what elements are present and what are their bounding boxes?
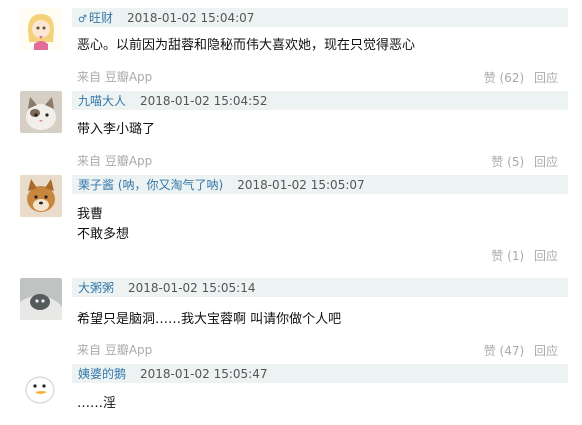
comment-actions: 赞 (5) 回应 — [485, 153, 558, 170]
comment-text: 恶心。以前因为甜蓉和隐秘而伟大喜欢她，现在只觉得恶心 — [77, 38, 416, 53]
comment-header: ♂ 旺财 2018-01-02 15:04:07 — [72, 8, 568, 27]
avatar-cat-image — [20, 91, 62, 133]
avatar-blanket-cat-image — [20, 278, 62, 320]
avatar-anime-girl-image — [20, 8, 62, 50]
comment-source: 来自 豆瓣App — [77, 343, 153, 357]
username-link[interactable]: 姨婆的鹅 — [72, 365, 126, 382]
avatar[interactable] — [20, 364, 62, 406]
like-button[interactable]: 赞 (5) — [491, 155, 524, 169]
comment-text: ……淫 — [77, 396, 117, 411]
comment-header: 栗子酱 (呐，你又淘气了呐) 2018-01-02 15:05:07 — [72, 175, 568, 194]
comment-list: ♂ 旺财 2018-01-02 15:04:07 恶心。以前因为甜蓉和隐秘而伟大喜… — [0, 0, 582, 425]
avatar[interactable] — [20, 278, 62, 320]
comment-text: 带入李小璐了 — [77, 122, 156, 137]
avatar-goose-image — [20, 364, 62, 406]
reply-button[interactable]: 回应 — [534, 155, 558, 169]
username-link[interactable]: 九喵大人 — [72, 92, 126, 109]
comment-text: 我曹 不敢多想 — [77, 207, 130, 242]
comment-source: 来自 豆瓣App — [77, 154, 153, 168]
comment-item: 栗子酱 (呐，你又淘气了呐) 2018-01-02 15:05:07 我曹 不敢… — [0, 172, 582, 268]
reply-button[interactable]: 回应 — [534, 249, 558, 263]
comment-actions: 赞 (1) 回应 — [485, 247, 558, 264]
reply-button[interactable]: 回应 — [534, 71, 558, 85]
comment-actions: 赞 (47) 回应 — [478, 342, 558, 359]
like-button[interactable]: 赞 (1) — [491, 249, 524, 263]
reply-button[interactable]: 回应 — [534, 344, 558, 358]
avatar[interactable] — [20, 175, 62, 217]
comment-timestamp: 2018-01-02 15:05:14 — [128, 280, 256, 295]
comment-text: 希望只是脑洞……我大宝蓉啊 叫请你做个人吧 — [77, 312, 342, 327]
username-link[interactable]: 大粥粥 — [72, 279, 114, 296]
comment-item: 九喵大人 2018-01-02 15:04:52 带入李小璐了 来自 豆瓣App… — [0, 88, 582, 172]
avatar-dog-image — [20, 175, 62, 217]
comment-header: 大粥粥 2018-01-02 15:05:14 — [72, 278, 568, 297]
comment-header: 姨婆的鹅 2018-01-02 15:05:47 — [72, 364, 568, 383]
comment-actions: 赞 (62) 回应 — [478, 69, 558, 86]
like-button[interactable]: 赞 (47) — [484, 344, 524, 358]
username-link[interactable]: ♂ 旺财 — [72, 9, 113, 26]
user-tag-icon: ♂ — [78, 14, 87, 25]
avatar[interactable] — [20, 91, 62, 133]
comment-item: ♂ 旺财 2018-01-02 15:04:07 恶心。以前因为甜蓉和隐秘而伟大喜… — [0, 0, 582, 88]
comment-timestamp: 2018-01-02 15:05:47 — [140, 366, 268, 381]
avatar[interactable] — [20, 8, 62, 50]
like-button[interactable]: 赞 (62) — [484, 71, 524, 85]
username-link[interactable]: 栗子酱 (呐，你又淘气了呐) — [72, 176, 223, 193]
comment-header: 九喵大人 2018-01-02 15:04:52 — [72, 91, 568, 110]
comment-timestamp: 2018-01-02 15:04:52 — [140, 93, 268, 108]
comment-source: 来自 豆瓣App — [77, 70, 153, 84]
comment-item: 姨婆的鹅 2018-01-02 15:05:47 ……淫 — [0, 360, 582, 425]
comment-timestamp: 2018-01-02 15:05:07 — [237, 177, 365, 192]
comment-item: 大粥粥 2018-01-02 15:05:14 希望只是脑洞……我大宝蓉啊 叫请… — [0, 268, 582, 360]
comment-timestamp: 2018-01-02 15:04:07 — [126, 10, 255, 25]
